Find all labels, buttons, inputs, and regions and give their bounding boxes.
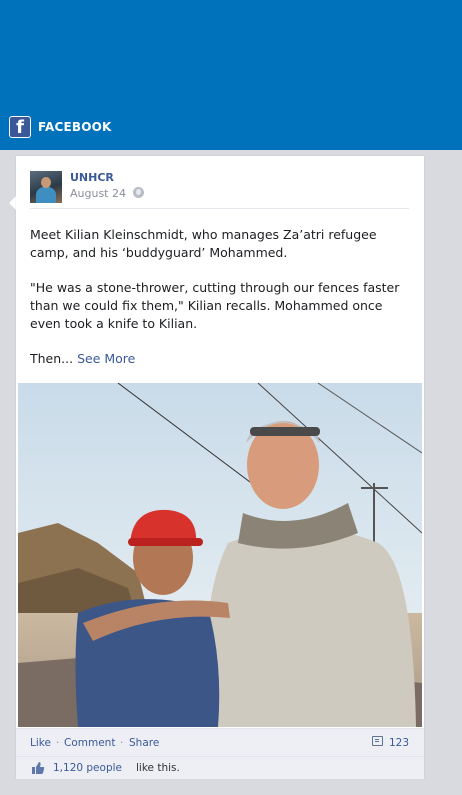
facebook-label: FACEBOOK: [38, 120, 112, 134]
post-paragraph-1: Meet Kilian Kleinschmidt, who manages Za…: [30, 227, 377, 260]
header-divider: [30, 208, 409, 209]
post-actions-bar: Like · Comment · Share 123: [16, 728, 424, 756]
share-link[interactable]: Share: [129, 737, 159, 749]
separator-dot: ·: [56, 737, 60, 749]
post-text: Meet Kilian Kleinschmidt, who manages Za…: [30, 226, 410, 385]
post-photo[interactable]: [18, 383, 422, 727]
likes-suffix: like this.: [136, 762, 180, 774]
facebook-logo-icon: f: [9, 116, 31, 138]
post-card: UNHCR August 24 Meet Kilian Kleinschmidt…: [16, 156, 424, 779]
globe-icon: [133, 187, 144, 198]
see-more-link[interactable]: See More: [77, 351, 135, 366]
like-link[interactable]: Like: [30, 737, 51, 749]
thumbs-up-icon: [32, 762, 45, 774]
comment-count[interactable]: 123: [389, 737, 409, 749]
post-paragraph-2: "He was a stone-thrower, cutting through…: [30, 280, 400, 331]
post-date[interactable]: August 24: [70, 187, 126, 200]
facebook-header[interactable]: f FACEBOOK: [9, 116, 112, 138]
post-photo-image: [18, 383, 422, 727]
card-pointer: [9, 196, 16, 210]
comment-link[interactable]: Comment: [64, 737, 115, 749]
likes-count-link[interactable]: 1,120 people: [53, 762, 122, 774]
likes-bar: 1,120 people like this.: [16, 756, 424, 779]
comment-icon[interactable]: [372, 736, 383, 746]
post-author[interactable]: UNHCR: [70, 171, 114, 184]
then-text: Then...: [30, 351, 74, 366]
post-paragraph-3: Then... See More: [30, 350, 410, 368]
separator-dot: ·: [120, 737, 124, 749]
author-avatar[interactable]: [30, 171, 62, 203]
